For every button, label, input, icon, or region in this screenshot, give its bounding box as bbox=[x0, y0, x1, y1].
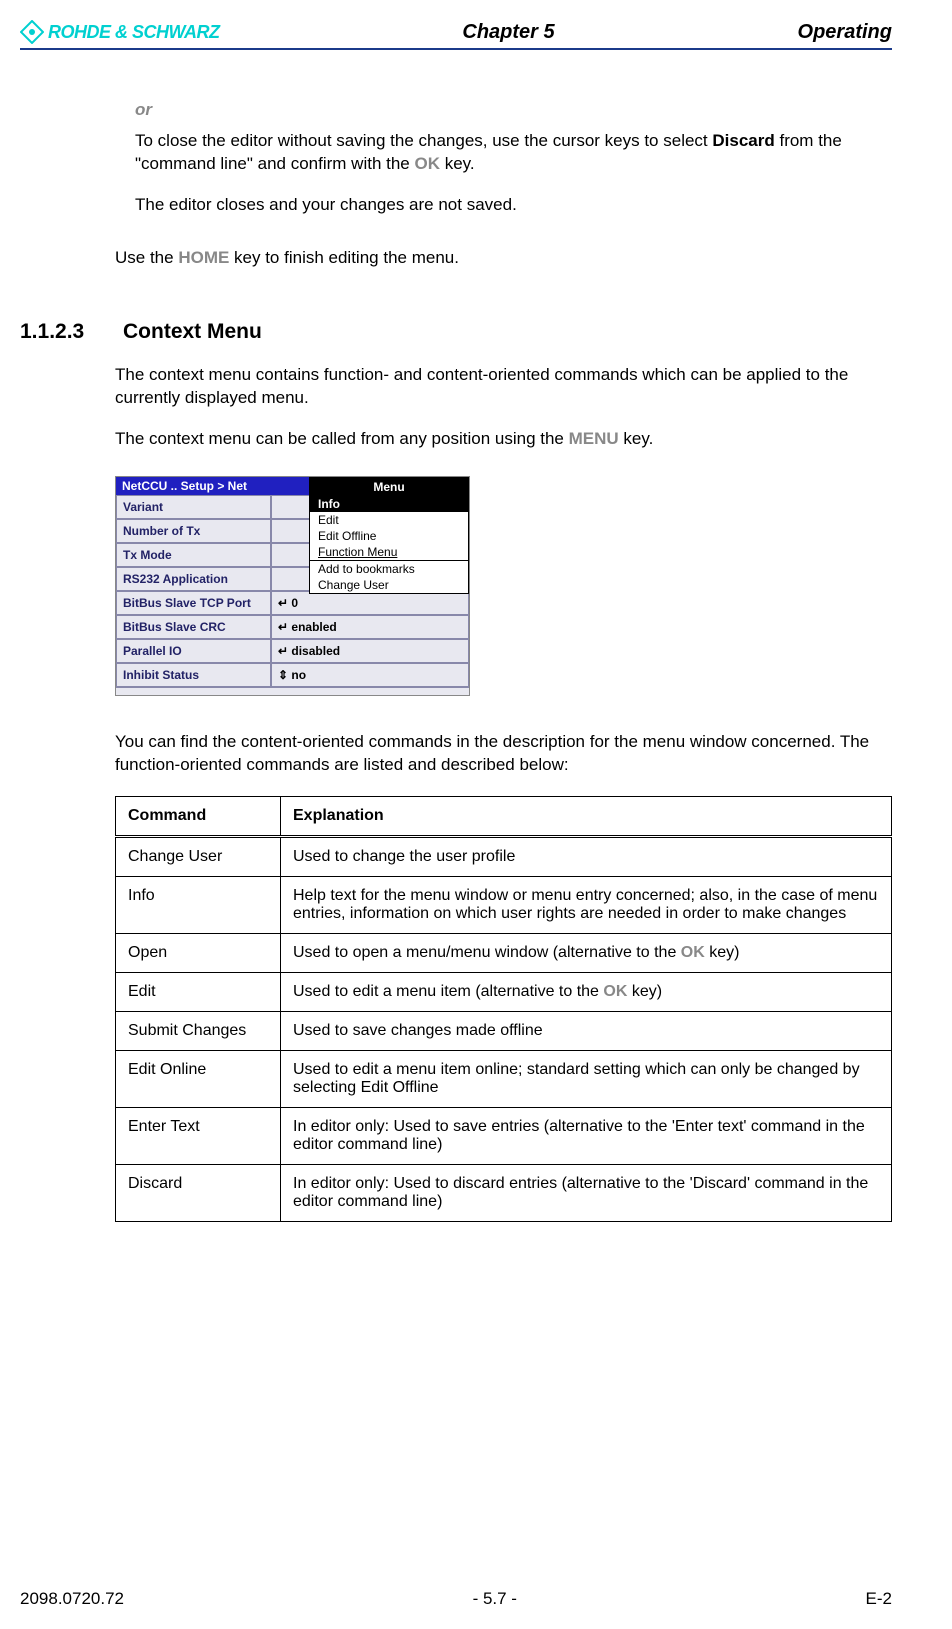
mock-row-label: BitBus Slave CRC bbox=[116, 615, 271, 639]
brand-name: ROHDE & SCHWARZ bbox=[48, 22, 220, 43]
context-menu-intro: The context menu contains function- and … bbox=[115, 364, 892, 410]
mock-row-label: Tx Mode bbox=[116, 543, 271, 567]
menu-key-instruction: The context menu can be called from any … bbox=[115, 428, 892, 451]
section-number: 1.1.2.3 bbox=[20, 320, 95, 344]
page-footer: 2098.0720.72 - 5.7 - E-2 bbox=[20, 1589, 892, 1609]
mock-row-label: Parallel IO bbox=[116, 639, 271, 663]
table-row: InfoHelp text for the menu window or men… bbox=[116, 877, 892, 934]
mock-popup-item: Edit bbox=[310, 512, 468, 528]
mock-popup-item: Edit Offline bbox=[310, 528, 468, 544]
table-row: Change UserUsed to change the user profi… bbox=[116, 837, 892, 877]
brand-logo: ROHDE & SCHWARZ bbox=[20, 20, 220, 44]
mock-row-value: ⇕ no bbox=[271, 663, 469, 687]
exp-cell: In editor only: Used to save entries (al… bbox=[281, 1108, 892, 1165]
exp-cell: Used to open a menu/menu window (alterna… bbox=[281, 934, 892, 973]
mock-popup-item: Function Menu bbox=[310, 544, 468, 560]
exp-cell: Used to save changes made offline bbox=[281, 1012, 892, 1051]
commands-intro: You can find the content-oriented comman… bbox=[115, 731, 892, 777]
exp-cell: Help text for the menu window or menu en… bbox=[281, 877, 892, 934]
mock-row-label: Number of Tx bbox=[116, 519, 271, 543]
table-row: EditUsed to edit a menu item (alternativ… bbox=[116, 973, 892, 1012]
exp-cell: In editor only: Used to discard entries … bbox=[281, 1165, 892, 1222]
table-row: Submit ChangesUsed to save changes made … bbox=[116, 1012, 892, 1051]
mock-popup-item: Add to bookmarks bbox=[310, 561, 468, 577]
home-key-instruction: Use the HOME key to finish editing the m… bbox=[115, 247, 892, 270]
or-separator: or bbox=[135, 100, 892, 120]
table-row: Enter TextIn editor only: Used to save e… bbox=[116, 1108, 892, 1165]
table-row: Edit OnlineUsed to edit a menu item onli… bbox=[116, 1051, 892, 1108]
cmd-cell: Discard bbox=[116, 1165, 281, 1222]
mock-row-label: RS232 Application bbox=[116, 567, 271, 591]
table-row: OpenUsed to open a menu/menu window (alt… bbox=[116, 934, 892, 973]
mock-row-label: Variant bbox=[116, 495, 271, 519]
ok-key: OK bbox=[414, 154, 440, 173]
commands-table: Command Explanation Change UserUsed to c… bbox=[115, 796, 892, 1222]
section-title: Context Menu bbox=[123, 320, 262, 344]
footer-page-num: - 5.7 - bbox=[473, 1589, 517, 1609]
brand-logo-icon bbox=[20, 20, 44, 44]
exp-cell: Used to change the user profile bbox=[281, 837, 892, 877]
cmd-cell: Edit Online bbox=[116, 1051, 281, 1108]
cmd-cell: Open bbox=[116, 934, 281, 973]
cmd-cell: Edit bbox=[116, 973, 281, 1012]
mock-row-value: ↵ 0 bbox=[271, 591, 469, 615]
chapter-label: Chapter 5 bbox=[462, 21, 554, 44]
exp-cell: Used to edit a menu item (alternative to… bbox=[281, 973, 892, 1012]
footer-revision: E-2 bbox=[866, 1589, 892, 1609]
table-row: DiscardIn editor only: Used to discard e… bbox=[116, 1165, 892, 1222]
cmd-cell: Info bbox=[116, 877, 281, 934]
home-key: HOME bbox=[178, 248, 229, 267]
cmd-cell: Change User bbox=[116, 837, 281, 877]
menu-key: MENU bbox=[569, 429, 619, 448]
discard-instruction: To close the editor without saving the c… bbox=[135, 130, 892, 176]
cmd-cell: Submit Changes bbox=[116, 1012, 281, 1051]
footer-doc-id: 2098.0720.72 bbox=[20, 1589, 124, 1609]
table-header-explanation: Explanation bbox=[281, 797, 892, 837]
section-label: Operating bbox=[798, 21, 892, 44]
discard-bold: Discard bbox=[712, 131, 774, 150]
section-heading: 1.1.2.3 Context Menu bbox=[20, 320, 892, 344]
table-header-command: Command bbox=[116, 797, 281, 837]
mock-popup-item: Change User bbox=[310, 577, 468, 593]
editor-close-note: The editor closes and your changes are n… bbox=[135, 194, 892, 217]
mock-row-label: Inhibit Status bbox=[116, 663, 271, 687]
cmd-cell: Enter Text bbox=[116, 1108, 281, 1165]
context-menu-screenshot: NetCCU .. Setup > Net VariantNumber of T… bbox=[115, 476, 470, 696]
exp-cell: Used to edit a menu item online; standar… bbox=[281, 1051, 892, 1108]
mock-row-label: BitBus Slave TCP Port bbox=[116, 591, 271, 615]
mock-popup-title: Menu bbox=[310, 478, 468, 496]
page-header: ROHDE & SCHWARZ Chapter 5 Operating bbox=[20, 20, 892, 50]
mock-popup-item: Info bbox=[310, 496, 468, 512]
mock-row-value: ↵ enabled bbox=[271, 615, 469, 639]
mock-popup: Menu InfoEditEdit OfflineFunction MenuAd… bbox=[309, 477, 469, 594]
mock-row-value: ↵ disabled bbox=[271, 639, 469, 663]
